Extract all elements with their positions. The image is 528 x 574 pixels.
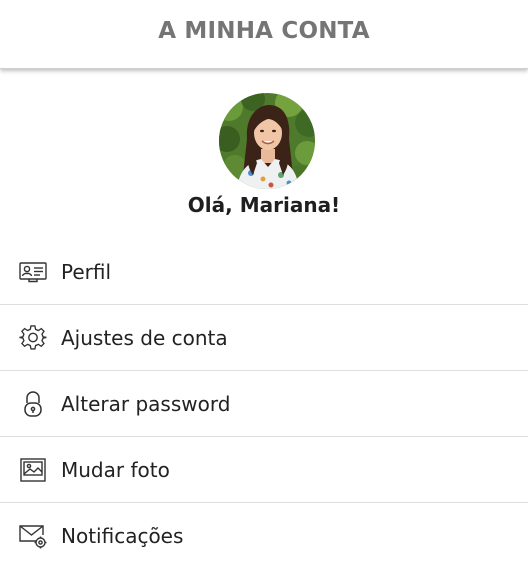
menu-item-label: Alterar password [61,391,231,416]
id-card-icon [19,258,47,286]
page-title: A MINHA CONTA [158,18,370,44]
gear-icon [19,324,47,352]
app-header: A MINHA CONTA [0,0,528,69]
profile-section: Olá, Mariana! [0,69,528,239]
greeting-text: Olá, Mariana! [187,193,341,217]
menu-item-ajustes-de-conta[interactable]: Ajustes de conta [0,305,528,371]
menu-item-perfil[interactable]: Perfil [0,239,528,305]
menu-item-label: Ajustes de conta [61,325,228,350]
mail-settings-icon [19,522,47,550]
menu-item-label: Perfil [61,259,112,284]
menu-item-mudar-foto[interactable]: Mudar foto [0,437,528,503]
avatar-photo [219,93,315,189]
lock-icon [19,390,47,418]
avatar[interactable] [219,93,315,189]
menu-item-notificacoes[interactable]: Notificações [0,503,528,568]
account-menu: Perfil Ajustes de conta Alterar password [0,239,528,568]
menu-item-alterar-password[interactable]: Alterar password [0,371,528,437]
menu-item-label: Notificações [61,523,184,548]
image-icon [19,456,47,484]
menu-item-label: Mudar foto [61,457,170,482]
